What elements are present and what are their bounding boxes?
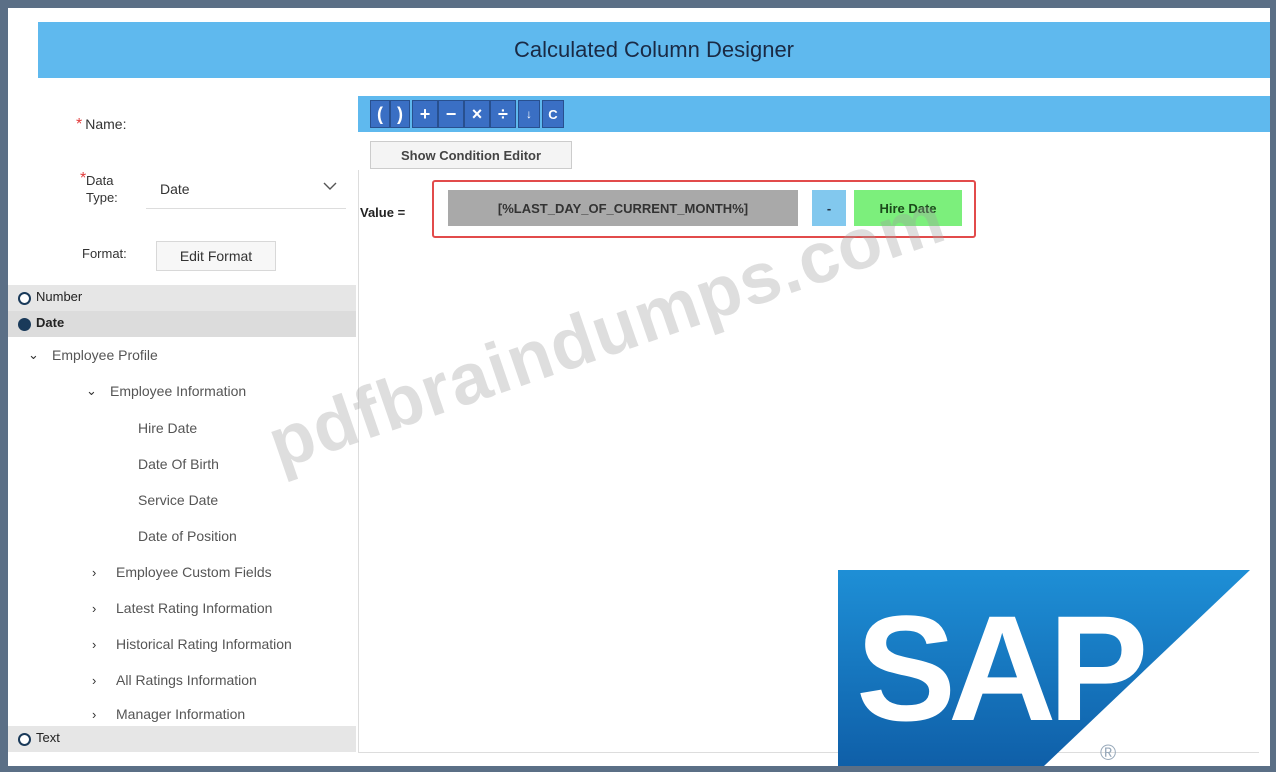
tree-employee-profile[interactable]: ⌄ Employee Profile — [28, 347, 158, 363]
tree-label: Hire Date — [138, 420, 198, 436]
required-asterisk: * — [80, 170, 87, 187]
tree-label: Manager Information — [116, 706, 246, 722]
insert-button[interactable]: ↓ — [518, 100, 540, 128]
value-label: Value = — [360, 205, 406, 220]
clear-button[interactable]: C — [542, 100, 564, 128]
chevron-right-icon: › — [92, 672, 97, 688]
window-title: Calculated Column Designer — [38, 22, 1270, 78]
chevron-down-icon — [323, 182, 337, 190]
name-label-text: Name: — [85, 116, 127, 132]
tree-label: Service Date — [138, 492, 219, 508]
format-label: Format: — [82, 246, 127, 261]
chevron-down-icon: ⌄ — [86, 383, 97, 398]
tree-label: Employee Information — [110, 383, 247, 399]
multiply-button[interactable]: × — [464, 100, 490, 128]
tree-employee-information[interactable]: ⌄ Employee Information — [86, 383, 246, 399]
data-type-label-line1: Data — [86, 173, 114, 188]
tree-label: Employee Profile — [52, 347, 158, 363]
edit-format-button[interactable]: Edit Format — [156, 241, 276, 271]
show-condition-editor-button[interactable]: Show Condition Editor — [370, 141, 572, 169]
radio-selected-icon — [18, 318, 31, 331]
minus-button[interactable]: − — [438, 100, 464, 128]
tree-historical-rating-information[interactable]: › Historical Rating Information — [92, 636, 292, 652]
expression-token-function[interactable]: [%LAST_DAY_OF_CURRENT_MONTH%] — [448, 190, 798, 226]
tree-leaf-service-date[interactable]: Service Date — [138, 492, 218, 508]
type-option-label: Date — [36, 315, 65, 330]
expression-token-field[interactable]: Hire Date — [854, 190, 962, 226]
tree-latest-rating-information[interactable]: › Latest Rating Information — [92, 600, 272, 616]
chevron-right-icon: › — [92, 600, 97, 616]
open-paren-button[interactable]: ( — [370, 100, 390, 128]
sap-logo-text: SAP — [856, 584, 1143, 752]
required-asterisk: * — [76, 116, 83, 133]
operator-toolbar: ( ) + − × ÷ ↓ C — [358, 96, 1270, 132]
tree-employee-custom-fields[interactable]: › Employee Custom Fields — [92, 564, 272, 580]
chevron-right-icon: › — [92, 564, 97, 580]
type-option-label: Text — [36, 730, 60, 745]
type-option-text[interactable]: Text — [8, 726, 356, 752]
sap-logo: SAP ® — [838, 570, 1250, 766]
close-paren-button[interactable]: ) — [390, 100, 410, 128]
data-type-label-line2: Type: — [86, 190, 118, 205]
data-type-value: Date — [160, 181, 190, 197]
data-type-select[interactable]: Date — [146, 174, 346, 209]
type-option-number[interactable]: Number — [8, 285, 356, 311]
chevron-down-icon: ⌄ — [28, 347, 39, 362]
divide-button[interactable]: ÷ — [490, 100, 516, 128]
chevron-right-icon: › — [92, 706, 97, 722]
plus-button[interactable]: + — [412, 100, 438, 128]
radio-icon — [18, 733, 31, 746]
tree-label: Employee Custom Fields — [116, 564, 272, 580]
data-type-label: * Data Type: — [80, 170, 118, 206]
tree-manager-information[interactable]: › Manager Information — [92, 706, 245, 722]
expression-token-operator[interactable]: - — [812, 190, 846, 226]
tree-leaf-date-of-position[interactable]: Date of Position — [138, 528, 237, 544]
type-option-date[interactable]: Date — [8, 311, 356, 337]
calculated-column-designer-window: Calculated Column Designer * Name: * Data… — [8, 8, 1270, 766]
tree-all-ratings-information[interactable]: › All Ratings Information — [92, 672, 257, 688]
tree-label: Historical Rating Information — [116, 636, 292, 652]
tree-label: Date Of Birth — [138, 456, 219, 472]
radio-icon — [18, 292, 31, 305]
tree-leaf-hire-date[interactable]: Hire Date — [138, 420, 197, 436]
tree-label: Latest Rating Information — [116, 600, 273, 616]
name-label: * Name: — [76, 116, 126, 134]
registered-mark: ® — [1100, 740, 1116, 765]
tree-label: Date of Position — [138, 528, 237, 544]
chevron-right-icon: › — [92, 636, 97, 652]
tree-label: All Ratings Information — [116, 672, 257, 688]
type-option-label: Number — [36, 289, 83, 304]
tree-leaf-date-of-birth[interactable]: Date Of Birth — [138, 456, 219, 472]
